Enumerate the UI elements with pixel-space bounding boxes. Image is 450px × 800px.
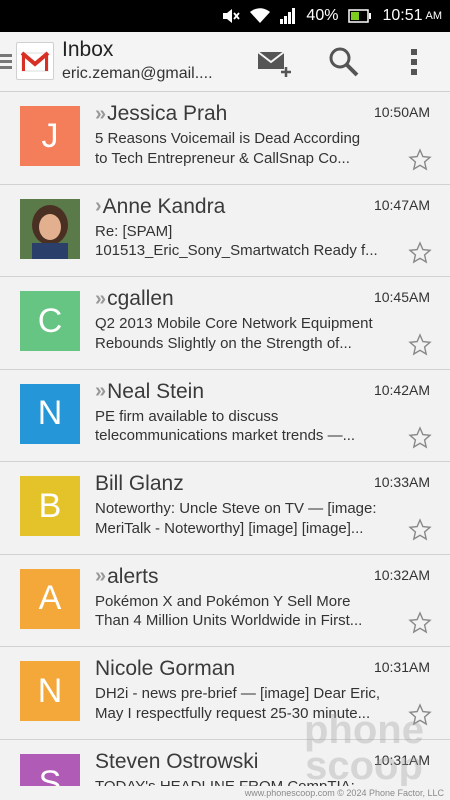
avatar-initial[interactable]: N xyxy=(20,661,80,721)
avatar-initial[interactable]: A xyxy=(20,568,80,629)
star-icon[interactable] xyxy=(408,333,432,357)
email-snippet: Noteworthy: Uncle Steve on TV — [image: M… xyxy=(95,499,400,538)
email-snippet: 5 Reasons Voicemail is Dead According to … xyxy=(95,129,400,168)
avatar-initial[interactable]: C xyxy=(20,291,80,351)
sender-line: Nicole Gorman xyxy=(95,657,235,681)
email-snippet: DH2i - news pre-brief — [image] Dear Eri… xyxy=(95,684,400,723)
sender-line: » Jessica Prah xyxy=(95,102,227,126)
sender-name: Bill Glanz xyxy=(95,472,184,495)
importance-marker-icon[interactable]: » xyxy=(95,288,106,311)
sender-name: Steven Ostrowski xyxy=(95,749,259,773)
compose-icon[interactable] xyxy=(252,42,296,82)
contact-photo[interactable] xyxy=(20,198,80,259)
email-time: 10:32AM xyxy=(373,566,430,583)
email-time: 10:50AM xyxy=(373,104,430,120)
subject-line: PE firm available to discuss xyxy=(95,407,279,425)
star-icon[interactable] xyxy=(408,425,432,450)
mute-icon xyxy=(222,8,241,24)
subject-line: 5 Reasons Voicemail is Dead According xyxy=(95,130,361,147)
email-row[interactable]: J » Jessica Prah 10:50AM 5 Reasons Voicemail… xyxy=(0,92,450,185)
subject-line: Q2 2013 Mobile Core Network Equipment xyxy=(95,315,373,332)
email-time: 10:31AM xyxy=(373,751,430,768)
subject-line: Re: [SPAM] xyxy=(95,222,173,240)
preview-line: Rebounds Slightly on the Strength of... xyxy=(95,334,352,352)
email-snippet: PE firm available to discuss telecommunic… xyxy=(95,407,400,446)
avatar-initial[interactable]: B xyxy=(20,476,80,536)
email-row[interactable]: C» cgallen 10:45AM Q2 2013 Mobile Core Netw… xyxy=(0,277,450,370)
email-time: 10:31AM xyxy=(373,659,430,675)
sender-line: » cgallen xyxy=(95,287,174,311)
sender-name: alerts xyxy=(107,564,159,588)
star-icon[interactable] xyxy=(408,518,432,542)
gmail-logo[interactable] xyxy=(16,42,54,80)
email-snippet: Pokémon X and Pokémon Y Sell More Than 4 … xyxy=(95,592,400,631)
preview-line: May I respectfully request 25-30 minute.… xyxy=(95,704,371,722)
email-row[interactable]: A » alerts 10:32AM Pokémon X and Pokémon Y S… xyxy=(0,554,450,647)
sender-line: Bill Glanz xyxy=(95,472,184,496)
email-snippet: Q2 2013 Mobile Core Network Equipment Reb… xyxy=(95,314,400,353)
preview-line: telecommunications market trends —... xyxy=(95,427,356,444)
sender-line: » alerts xyxy=(95,565,158,589)
status-bar: 40% 10:51 AM xyxy=(0,0,450,32)
battery-icon xyxy=(348,9,372,23)
subject-line: Pokémon X and Pokémon Y Sell More xyxy=(95,592,351,610)
star-icon[interactable] xyxy=(408,703,432,727)
preview-line: Than 4 Million Units Worldwide in First.… xyxy=(95,612,363,629)
footer-credit: www.phonescoop.com © 2024 Phone Factor, … xyxy=(0,786,450,800)
sender-line: Steven Ostrowski xyxy=(95,750,258,774)
sender-name: Neal Stein xyxy=(107,379,205,403)
sender-name: Anne Kandra xyxy=(102,194,226,218)
star-icon[interactable] xyxy=(408,610,432,635)
email-row[interactable]: N » Neal Stein 10:42AM PE firm available to … xyxy=(0,369,450,462)
sender-name: Nicole Gorman xyxy=(95,657,236,680)
page-title: Inbox xyxy=(62,38,114,61)
clock: 10:51 AM xyxy=(382,7,442,25)
overflow-icon[interactable] xyxy=(392,42,436,82)
clock-ampm: AM xyxy=(425,10,443,22)
sender-name: Jessica Prah xyxy=(107,102,228,125)
email-row[interactable]: › Anne Kandra 10:47AM Re: [SPAM] 101513_Eric… xyxy=(0,184,450,277)
email-row[interactable]: B Bill Glanz 10:33AM Noteworthy: Uncle Stev… xyxy=(0,462,450,555)
account-name[interactable]: eric.zeman@gmail.... xyxy=(62,65,232,83)
email-row[interactable]: N Nicole Gorman 10:31AM DH2i - news pre-bri… xyxy=(0,647,450,740)
importance-marker-icon[interactable]: » xyxy=(95,565,106,588)
email-list: J» Jessica Prah 10:50AM 5 Reasons Voicemail… xyxy=(0,92,450,800)
sender-name: cgallen xyxy=(107,287,174,310)
importance-marker-icon[interactable]: › xyxy=(95,195,101,218)
preview-line: MeriTalk - Noteworthy] [image] [image]..… xyxy=(95,519,364,537)
subject-line: DH2i - news pre-brief — [image] Dear Eri… xyxy=(95,685,381,702)
signal-icon xyxy=(280,8,296,24)
importance-marker-icon[interactable]: » xyxy=(95,380,106,403)
avatar-initial[interactable]: N xyxy=(20,383,80,444)
preview-line: 101513_Eric_Sony_Smartwatch Ready f... xyxy=(95,242,378,259)
sender-line: › Anne Kandra xyxy=(95,195,225,219)
email-time: 10:33AM xyxy=(373,474,430,490)
email-time: 10:47AM xyxy=(373,196,430,213)
action-bar: Inbox eric.zeman@gmail.... xyxy=(0,32,450,92)
email-time: 10:45AM xyxy=(373,289,430,305)
preview-line: to Tech Entrepreneur & CallSnap Co... xyxy=(95,149,350,167)
wifi-icon xyxy=(250,8,271,24)
email-time: 10:42AM xyxy=(373,381,430,398)
email-snippet: Re: [SPAM] 101513_Eric_Sony_Smartwatch Re… xyxy=(95,222,400,261)
search-icon[interactable] xyxy=(322,42,366,82)
menu-icon[interactable] xyxy=(0,54,12,70)
sender-line: » Neal Stein xyxy=(95,380,204,404)
importance-marker-icon[interactable]: » xyxy=(95,103,106,126)
subject-line: Noteworthy: Uncle Steve on TV — [image: xyxy=(95,500,377,517)
clock-time: 10:51 xyxy=(382,7,423,24)
star-icon[interactable] xyxy=(408,240,432,265)
battery-percent: 40% xyxy=(306,7,339,24)
star-icon[interactable] xyxy=(408,148,432,172)
avatar-initial[interactable]: J xyxy=(20,106,80,166)
